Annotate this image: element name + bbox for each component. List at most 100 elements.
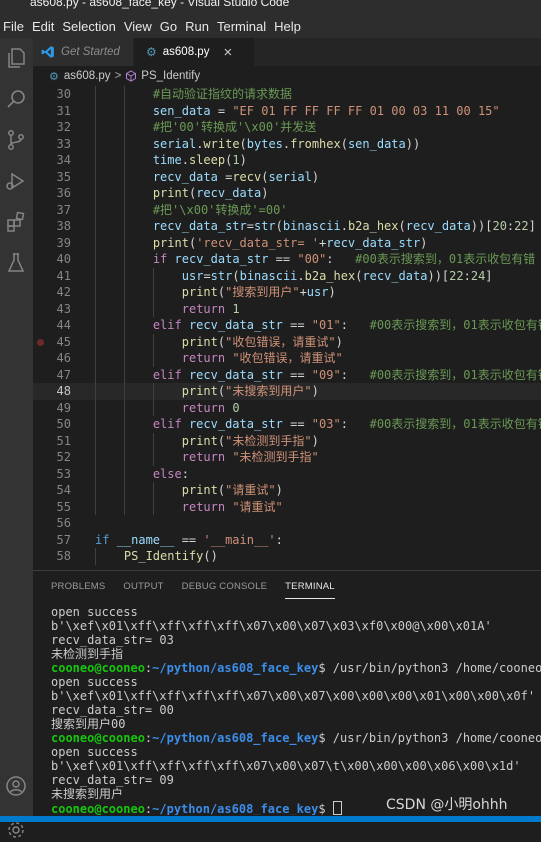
code-token: 22 (514, 219, 529, 233)
code-line[interactable]: 57 if __name__ == '__main__': (33, 532, 541, 549)
account-icon[interactable] (4, 774, 28, 798)
code-token: elif (152, 417, 189, 431)
indent-guide (95, 432, 96, 449)
terminal-prompt-line: cooneo@cooneo:~/python/as608_face_key$ /… (51, 661, 541, 675)
code-token: write (203, 136, 240, 151)
code-token: usr (306, 285, 329, 299)
bottom-panel: PROBLEMS OUTPUT DEBUG CONSOLE TERMINAL o… (33, 570, 541, 823)
menu-go[interactable]: Go (157, 19, 182, 34)
code-editor[interactable]: 30 #自动验证指纹的请求数据 31 sen_data = "EF 01 FF FF … (33, 86, 541, 570)
code-token: serial (268, 169, 312, 184)
tab-as608-py[interactable]: ⚙ as608.py × (134, 38, 254, 66)
code-line[interactable]: 53 else: (33, 465, 541, 482)
source-control-icon[interactable] (4, 128, 28, 152)
code-line[interactable]: 58 PS_Identify() (33, 548, 541, 565)
breadcrumb-file[interactable]: as608.py (64, 70, 111, 82)
code-line[interactable]: 56 (33, 515, 541, 532)
code-line[interactable]: 44 elif recv_data_str == "01": #00表示搜索到，0… (33, 317, 541, 334)
indent-guide (123, 350, 125, 367)
code-line[interactable]: 48 print("未搜索到用户") (33, 383, 541, 400)
code-line[interactable]: 49 return 0 (33, 399, 541, 416)
prompt-user: cooneo@cooneo (51, 661, 145, 675)
code-text: #自动验证指纹的请求数据 (153, 86, 292, 103)
code-token: recv_data_str (174, 252, 269, 266)
menu-file[interactable]: File (0, 19, 29, 34)
code-line[interactable]: 47 elif recv_data_str == "09": #00表示搜索到，0… (33, 366, 541, 383)
tab-get-started[interactable]: Get Started (33, 38, 133, 66)
indent-guide (95, 498, 96, 515)
explorer-icon[interactable] (4, 46, 28, 70)
code-token: "未检测到手指" (225, 433, 312, 448)
indent-guide (95, 465, 96, 482)
code-line[interactable]: 52 return "未检测到手指" (33, 449, 541, 466)
code-token: 22 (449, 268, 464, 283)
breakpoint-hint-icon[interactable] (37, 338, 44, 346)
code-token: "请重试" (232, 499, 283, 514)
line-number: 39 (56, 235, 71, 250)
extensions-icon[interactable] (4, 210, 28, 234)
indent-guide (152, 333, 154, 350)
code-line[interactable]: 32 #把'00'转换成'\x00'并发送 (33, 119, 541, 136)
testing-icon[interactable] (4, 251, 28, 275)
terminal-line: recv_data_str= 09 (51, 773, 174, 787)
search-icon[interactable] (4, 87, 28, 111)
menu-run[interactable]: Run (182, 19, 214, 34)
tab-problems[interactable]: PROBLEMS (51, 571, 105, 603)
vscode-logo-icon (41, 46, 54, 58)
indent-guide (152, 383, 154, 400)
tab-debug-console[interactable]: DEBUG CONSOLE (182, 571, 267, 603)
activity-bar (0, 38, 33, 838)
indent-guide (123, 251, 125, 268)
close-icon[interactable]: × (223, 44, 232, 61)
run-debug-icon[interactable] (4, 169, 28, 193)
code-line[interactable]: 55 return "请重试" (33, 498, 541, 515)
code-line[interactable]: 42 print("搜索到用户"+usr) (33, 284, 541, 301)
code-line[interactable]: 30 #自动验证指纹的请求数据 (33, 86, 541, 103)
code-token: #自动验证指纹的请求数据 (152, 87, 293, 101)
prompt-user: cooneo@cooneo (51, 731, 145, 745)
code-token: . (297, 268, 305, 283)
code-token: == (268, 252, 298, 266)
tab-output[interactable]: OUTPUT (123, 571, 163, 603)
tab-terminal[interactable]: TERMINAL (285, 571, 335, 603)
code-line[interactable]: 38 recv_data_str=str(binascii.b2a_hex(rec… (33, 218, 541, 235)
code-line[interactable]: 40 if recv_data_str == "00": #00表示搜索到，01表… (33, 251, 541, 268)
code-line[interactable]: 37 #把'\x00'转换成'=00' (33, 201, 541, 218)
menu-selection[interactable]: Selection (59, 19, 120, 34)
code-line[interactable]: 36 print(recv_data) (33, 185, 541, 202)
code-line[interactable]: 41 usr=str(binascii.b2a_hex(recv_data))[2… (33, 267, 541, 284)
code-token: : (340, 417, 370, 431)
code-line[interactable]: 34 time.sleep(1) (33, 152, 541, 169)
code-token: PS_Identify (123, 549, 204, 563)
indent-guide (123, 482, 125, 499)
code-line[interactable]: 54 print("请重试") (33, 482, 541, 499)
indent-guide (123, 267, 125, 284)
code-line[interactable]: 33 serial.write(bytes.fromhex(sen_data)) (33, 135, 541, 152)
code-token: elif (152, 318, 189, 332)
line-number: 37 (56, 202, 71, 217)
code-line[interactable]: 51 print("未检测到手指") (33, 432, 541, 449)
indent-guide (123, 399, 125, 416)
terminal-output[interactable]: open success b'\xef\x01\xff\xff\xff\xff\x… (51, 605, 541, 815)
code-line[interactable]: 35 recv_data =recv(serial) (33, 168, 541, 185)
menu-edit[interactable]: Edit (29, 19, 59, 34)
code-line[interactable]: 46 return "收包错误，请重试" (33, 350, 541, 367)
code-line[interactable]: 45 print("收包错误，请重试") (33, 333, 541, 350)
code-line[interactable]: 43 return 1 (33, 300, 541, 317)
indent-guide (123, 135, 125, 152)
code-token: 20 (492, 219, 507, 233)
menu-help[interactable]: Help (271, 19, 306, 34)
code-line[interactable]: 39 print('recv_data_str= '+recv_data_str) (33, 234, 541, 251)
code-token: 0 (232, 400, 240, 415)
code-token: ( (340, 136, 348, 151)
menu-terminal[interactable]: Terminal (214, 19, 271, 34)
code-text: elif recv_data_str == "03": #00表示搜索到，01表… (153, 416, 541, 433)
indent-guide (123, 185, 125, 202)
code-text: print(recv_data) (153, 185, 269, 202)
menu-view[interactable]: View (121, 19, 157, 34)
code-token: str (253, 219, 276, 233)
indent-guide (123, 86, 125, 103)
code-line[interactable]: 50 elif recv_data_str == "03": #00表示搜索到，0… (33, 416, 541, 433)
breadcrumb-symbol[interactable]: PS_Identify (141, 70, 200, 82)
code-line[interactable]: 31 sen_data = "EF 01 FF FF FF FF 01 00 03… (33, 102, 541, 119)
